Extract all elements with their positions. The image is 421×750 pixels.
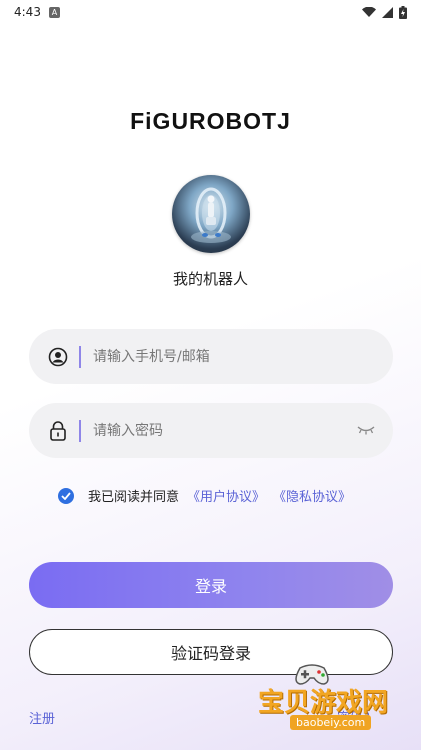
agreement-text: 我已阅读并同意 — [88, 490, 180, 505]
check-icon — [61, 491, 71, 500]
input-divider — [79, 419, 81, 442]
agreement-row: 我已阅读并同意 《用户协议》 《隐私协议》 — [58, 486, 351, 505]
eye-closed-icon[interactable] — [357, 421, 375, 440]
sms-login-button[interactable]: 验证码登录 — [29, 629, 393, 675]
notification-badge-icon: A — [48, 6, 60, 18]
register-link[interactable]: 注册 — [29, 708, 55, 727]
privacy-policy-link[interactable]: 《隐私协议》 — [273, 486, 351, 505]
robot-avatar[interactable] — [172, 175, 250, 253]
app-logo: FiGUROBOTJ — [130, 108, 291, 134]
status-time: 4:43 — [14, 5, 41, 19]
robot-figure-image — [191, 187, 231, 243]
login-button[interactable]: 登录 — [29, 562, 393, 608]
lock-icon — [47, 420, 69, 442]
password-input[interactable] — [91, 421, 345, 440]
input-divider — [79, 345, 81, 368]
status-left: 4:43 A — [14, 5, 60, 19]
status-bar: 4:43 A — [0, 0, 421, 24]
signal-icon — [382, 6, 393, 18]
user-icon — [47, 346, 69, 368]
battery-icon — [399, 5, 407, 19]
agreement-checkbox[interactable] — [58, 487, 74, 504]
account-field[interactable] — [29, 329, 393, 384]
password-field[interactable] — [29, 403, 393, 458]
forgot-password-link[interactable]: 密码? — [337, 707, 370, 726]
account-input[interactable] — [91, 347, 345, 366]
wifi-icon — [362, 6, 376, 17]
status-right — [362, 5, 407, 19]
user-agreement-link[interactable]: 《用户协议》 — [187, 486, 265, 505]
robot-name: 我的机器人 — [172, 270, 248, 288]
